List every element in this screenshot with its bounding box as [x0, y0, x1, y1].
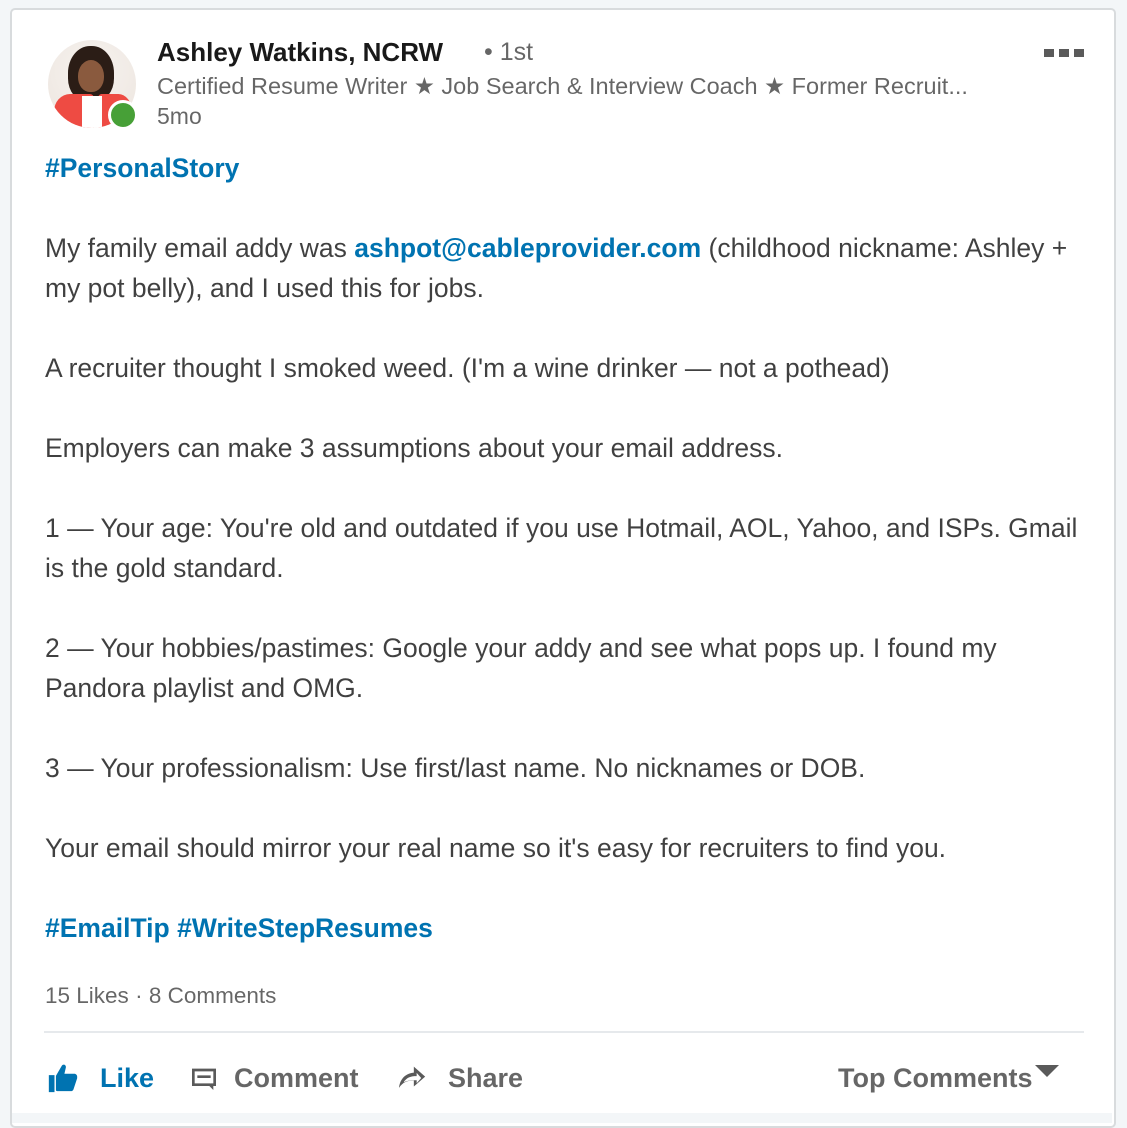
count-separator: ·: [128, 983, 149, 1008]
body-paragraph: A recruiter thought I smoked weed. (I'm …: [45, 353, 890, 383]
comment-button[interactable]: Comment: [188, 1058, 359, 1098]
thumbs-up-icon: [48, 1064, 78, 1093]
ellipsis-icon: [1074, 49, 1084, 57]
author-name[interactable]: Ashley Watkins, NCRW: [157, 37, 443, 68]
comment-label: Comment: [234, 1062, 359, 1093]
hashtag-writestepresumes[interactable]: #WriteStepResumes: [177, 913, 433, 943]
body-paragraph: 3 — Your professionalism: Use first/last…: [45, 753, 866, 783]
sort-label: Top Comments: [838, 1062, 1033, 1093]
body-paragraph: 2 — Your hobbies/pastimes: Google your a…: [45, 633, 997, 703]
hashtag-personalstory[interactable]: #PersonalStory: [45, 153, 239, 183]
more-options-button[interactable]: [1044, 44, 1090, 62]
social-counts: 15 Likes · 8 Comments: [45, 983, 276, 1009]
author-headline: Certified Resume Writer ★ Job Search & I…: [157, 73, 968, 99]
divider: [44, 1031, 1084, 1033]
like-label: Like: [100, 1062, 155, 1093]
share-label: Share: [448, 1062, 524, 1093]
body-paragraph: Your email should mirror your real name …: [45, 833, 947, 863]
likes-count[interactable]: 15 Likes: [45, 983, 129, 1008]
ellipsis-icon: [1044, 49, 1054, 57]
body-paragraph: 1 — Your age: You're old and outdated if…: [45, 513, 1078, 583]
comments-count[interactable]: 8 Comments: [149, 983, 277, 1008]
share-icon: [398, 1066, 426, 1088]
hashtag-emailtip[interactable]: #EmailTip: [45, 913, 170, 943]
card-footer-strip: [12, 1113, 1112, 1123]
caret-down-icon: [1034, 1065, 1059, 1077]
email-link[interactable]: ashpot@cableprovider.com: [354, 233, 701, 263]
like-button[interactable]: Like: [46, 1058, 154, 1098]
post-body: #PersonalStory My family email addy was …: [45, 148, 1095, 948]
online-status-icon: [108, 100, 138, 130]
ellipsis-icon: [1059, 49, 1069, 57]
connection-degree: • 1st: [484, 38, 534, 66]
sort-comments-dropdown[interactable]: Top Comments: [838, 1058, 1059, 1098]
comment-icon: [192, 1068, 216, 1090]
post-timestamp: 5mo: [157, 103, 202, 129]
body-paragraph: Employers can make 3 assumptions about y…: [45, 433, 783, 463]
share-button[interactable]: Share: [394, 1058, 523, 1098]
body-text: My family email addy was: [45, 233, 355, 263]
